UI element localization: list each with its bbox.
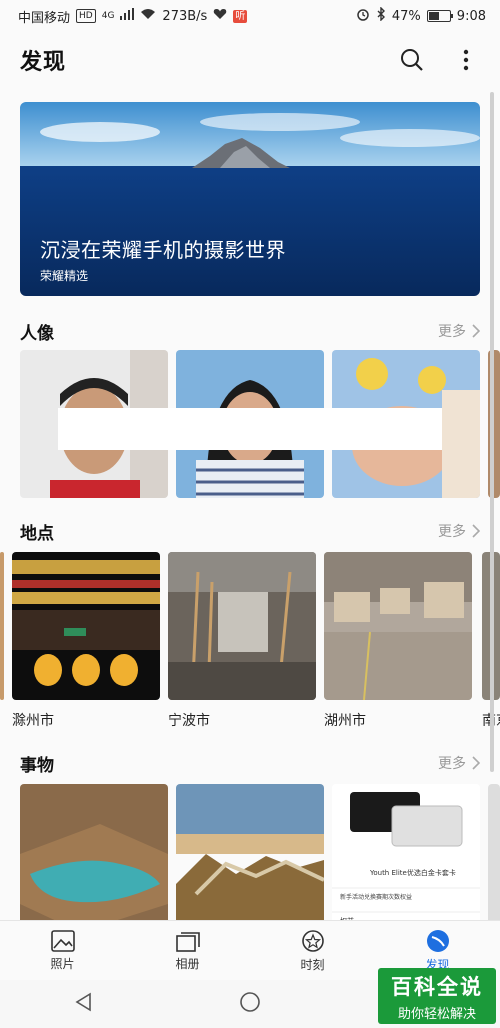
place-label-2: 宁波市 [168,713,210,729]
carrier-label: 中国移动 [18,10,71,26]
moments-icon [301,930,324,952]
chevron-right-icon [472,524,480,538]
place-photo-2 [168,552,316,700]
network-type: 4G [101,11,115,21]
alarm-icon [356,7,370,25]
home-button[interactable] [239,991,261,1017]
place-thumb-1[interactable] [12,552,160,700]
bluetooth-icon [376,6,386,25]
signal-icon [120,8,135,24]
place-thumb-3[interactable] [324,552,472,700]
place-label-1: 滁州市 [12,713,54,729]
battery-icon [426,10,453,22]
scrollbar[interactable] [490,92,494,772]
home-circle-icon [240,992,260,1012]
tab-photos-label: 照片 [50,957,75,971]
card-title: Youth Elite优选白金卡套卡 [370,869,456,877]
discover-content[interactable]: 沉浸在荣耀手机的摄影世界 荣耀精选 人像 更多 地点 更多 滁州市 宁波市 湖州… [0,88,500,920]
people-section-title: 人像 [20,323,54,344]
albums-icon [175,932,200,952]
place-photo-0 [0,552,4,700]
hero-subtitle: 荣耀精选 [40,269,89,283]
thing-thumb-3[interactable]: Youth Elite优选白金卡套卡 新手活动兑换赛期次数权益 权益 [332,784,480,920]
privacy-mask [58,408,442,450]
chevron-right-icon [472,324,480,338]
places-more-link[interactable]: 更多 [438,521,480,541]
people-more-link[interactable]: 更多 [438,321,480,341]
things-more-label: 更多 [438,756,466,772]
card-line: 新手活动兑换赛期次数权益 [340,894,413,901]
discover-icon [426,930,449,952]
heart-pulse-icon [213,8,227,24]
battery-percent: 47% [391,8,421,24]
thing-photo-1 [20,784,168,920]
more-options-button[interactable] [452,46,480,74]
clock: 9:08 [456,8,486,24]
watermark-logo: 百科全说 助你轻松解决 [378,968,496,1024]
people-more-label: 更多 [438,324,466,340]
place-photo-3 [324,552,472,700]
places-section-header: 地点 更多 [20,518,480,544]
tab-moments[interactable]: 时刻 [250,921,375,981]
thing-photo-2 [176,784,324,920]
chevron-right-icon [472,756,480,770]
status-bar: 中国移动 HD 4G 273B/s 听 47% 9:08 [0,0,500,32]
things-section-header: 事物 更多 [20,750,480,776]
watermark-main: 百科全说 [391,974,483,999]
net-speed: 273B/s [162,8,208,24]
hd-badge: HD [76,9,96,23]
search-icon [401,49,423,71]
wifi-icon [140,8,156,24]
thing-thumb-1[interactable] [20,784,168,920]
thing-photo-4 [488,784,500,920]
things-section-title: 事物 [20,755,54,776]
search-button[interactable] [398,46,426,74]
places-section-title: 地点 [20,523,54,544]
photos-icon [50,930,75,952]
place-photo-1 [12,552,160,700]
thing-thumb-4-partial[interactable] [488,784,500,920]
people-section-header: 人像 更多 [20,318,480,344]
tab-photos[interactable]: 照片 [0,921,125,981]
place-thumb-partial[interactable] [0,552,4,700]
watermark-sub: 助你轻松解决 [397,1006,476,1022]
app-header: 发现 [0,32,500,88]
page-title: 发现 [20,50,67,75]
places-more-label: 更多 [438,524,466,540]
tab-albums-label: 相册 [175,957,200,971]
thing-thumb-2[interactable] [176,784,324,920]
place-label-3: 湖州市 [324,713,366,729]
more-vertical-icon [463,49,469,71]
things-more-link[interactable]: 更多 [438,753,480,773]
tab-moments-label: 时刻 [300,958,325,972]
back-triangle-icon [75,992,91,1012]
hero-banner[interactable]: 沉浸在荣耀手机的摄影世界 荣耀精选 [20,102,480,296]
app-badge: 听 [233,9,248,23]
back-button[interactable] [74,992,92,1016]
hero-title: 沉浸在荣耀手机的摄影世界 [40,238,286,262]
tab-albums[interactable]: 相册 [125,921,250,981]
place-thumb-2[interactable] [168,552,316,700]
